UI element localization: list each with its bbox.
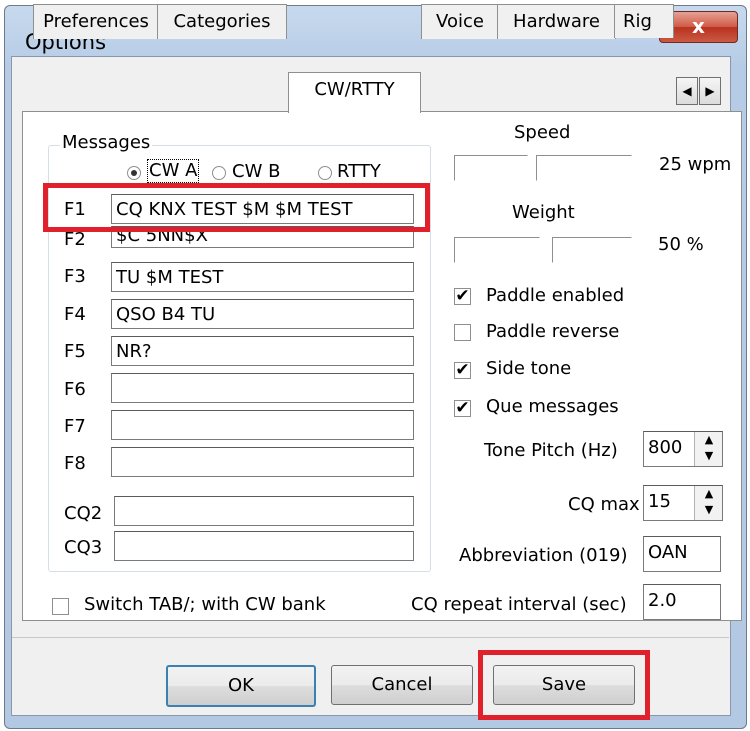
- save-highlight-box: [478, 650, 650, 720]
- cq-repeat-input[interactable]: 2.0: [643, 584, 721, 620]
- mode-rtty-radio[interactable]: [318, 166, 332, 180]
- tab-scroll-left-icon[interactable]: ◀: [676, 77, 698, 105]
- message-f6-input[interactable]: [111, 373, 414, 403]
- tab-cw-rtty[interactable]: CW/RTTY: [288, 72, 421, 113]
- f1-highlight-box: [43, 183, 430, 232]
- mode-cw-a-radio[interactable]: [127, 166, 141, 180]
- weight-value: 50 %: [658, 234, 704, 255]
- cq-max-spin-icon[interactable]: ▲ ▼: [694, 486, 722, 520]
- weight-slider-track-right[interactable]: [552, 237, 632, 263]
- message-key-label: F5: [64, 341, 86, 362]
- cq-max-spinbox[interactable]: 15 ▲ ▼: [643, 485, 723, 521]
- message-key-label: F8: [64, 453, 86, 474]
- message-f4-input[interactable]: QSO B4 TU: [111, 299, 414, 329]
- cancel-button[interactable]: Cancel: [331, 665, 473, 705]
- message-cq3-input[interactable]: [114, 531, 414, 561]
- spin-up-icon[interactable]: ▲: [695, 486, 722, 502]
- message-f5-input[interactable]: NR?: [111, 336, 414, 366]
- button-area-divider: [12, 637, 729, 638]
- message-f7-input[interactable]: [111, 410, 414, 440]
- message-key-label: F6: [64, 379, 86, 400]
- tone-pitch-value: 800: [648, 437, 683, 458]
- message-key-label: F2: [64, 229, 86, 250]
- side-tone-label[interactable]: Side tone: [486, 358, 571, 379]
- mode-cw-b-label[interactable]: CW B: [232, 161, 280, 182]
- speed-slider-track-left[interactable]: [454, 155, 528, 181]
- tab-categories[interactable]: Categories: [157, 4, 287, 39]
- switch-tab-label[interactable]: Switch TAB/; with CW bank: [84, 594, 326, 615]
- mode-cw-a-label[interactable]: CW A: [147, 159, 200, 183]
- weight-slider-track-left[interactable]: [454, 237, 540, 263]
- message-f8-input[interactable]: [111, 447, 414, 477]
- speed-label: Speed: [514, 122, 571, 143]
- message-key-label: CQ2: [64, 503, 103, 524]
- ok-button[interactable]: OK: [166, 665, 316, 707]
- weight-label: Weight: [512, 202, 575, 223]
- message-cq2-input[interactable]: [114, 496, 414, 526]
- tab-preferences[interactable]: Preferences: [33, 4, 159, 39]
- messages-group-label: Messages: [60, 132, 153, 153]
- que-messages-checkbox[interactable]: ✔: [454, 400, 471, 417]
- message-key-label: F4: [64, 304, 86, 325]
- spin-up-icon[interactable]: ▲: [695, 432, 722, 448]
- paddle-reverse-label[interactable]: Paddle reverse: [486, 321, 619, 342]
- message-key-label: F3: [64, 266, 86, 287]
- paddle-reverse-checkbox[interactable]: [454, 324, 471, 341]
- paddle-enabled-label[interactable]: Paddle enabled: [486, 285, 624, 306]
- cq-repeat-label: CQ repeat interval (sec): [411, 594, 627, 615]
- tab-hardware[interactable]: Hardware: [497, 4, 616, 39]
- spin-down-icon[interactable]: ▼: [695, 502, 722, 518]
- tab-voice[interactable]: Voice: [421, 4, 499, 39]
- paddle-enabled-checkbox[interactable]: ✔: [454, 288, 471, 305]
- tab-scroll-right-icon[interactable]: ▶: [699, 77, 721, 105]
- cq-max-value: 15: [648, 491, 671, 512]
- spin-down-icon[interactable]: ▼: [695, 448, 722, 464]
- mode-cw-b-radio[interactable]: [212, 166, 226, 180]
- message-key-label: F7: [64, 416, 86, 437]
- tab-rig[interactable]: Rig: [614, 4, 674, 38]
- switch-tab-checkbox[interactable]: [52, 598, 69, 615]
- cq-max-label: CQ max: [568, 494, 640, 515]
- tone-pitch-spin-icon[interactable]: ▲ ▼: [694, 432, 722, 466]
- message-f3-input[interactable]: TU $M TEST: [111, 262, 414, 292]
- message-key-label: CQ3: [64, 537, 103, 558]
- speed-value: 25 wpm: [659, 154, 732, 175]
- abbreviation-label: Abbreviation (019): [459, 545, 628, 566]
- mode-rtty-label[interactable]: RTTY: [337, 161, 381, 182]
- tone-pitch-label: Tone Pitch (Hz): [484, 440, 618, 461]
- que-messages-label[interactable]: Que messages: [486, 396, 619, 417]
- tone-pitch-spinbox[interactable]: 800 ▲ ▼: [643, 431, 723, 467]
- abbreviation-input[interactable]: OAN: [643, 536, 721, 572]
- side-tone-checkbox[interactable]: ✔: [454, 362, 471, 379]
- speed-slider-track-right[interactable]: [536, 155, 632, 181]
